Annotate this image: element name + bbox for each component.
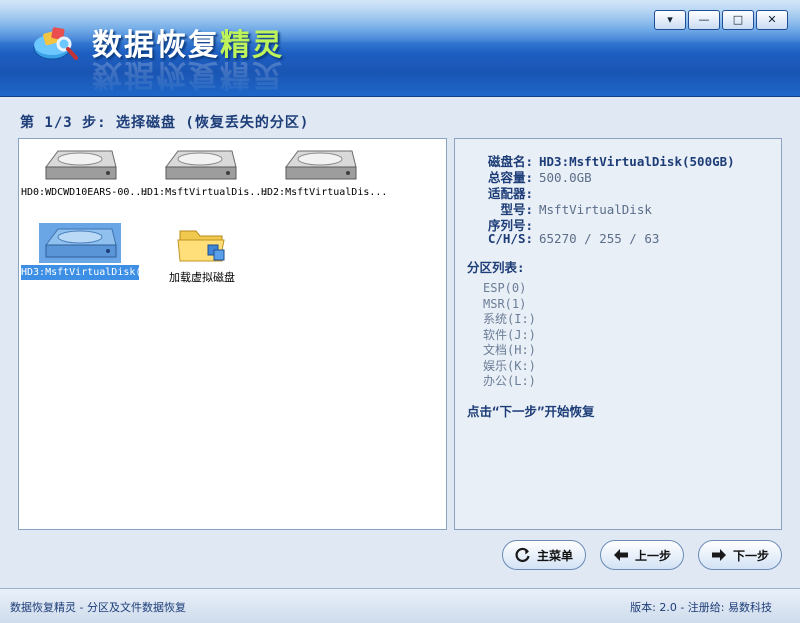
info-value: 500.0GB [539, 170, 592, 185]
main-content: 第 1/3 步: 选择磁盘 (恢复丢失的分区) HD0:WDCWD10EARS-… [8, 104, 792, 580]
next-step-label: 下一步 [732, 548, 769, 563]
partition-item: ESP(0) [483, 281, 527, 295]
load-virtual-disk-item[interactable]: 加载虚拟磁盘 [143, 223, 261, 285]
disk-info-panel: 磁盘名: HD3:MsftVirtualDisk(500GB) 总容量: 500.0… [454, 138, 782, 530]
disk-item-hd0[interactable]: HD0:WDCWD10EARS-00... [21, 145, 148, 198]
info-value: MsftVirtualDisk [539, 202, 652, 217]
disk-icon-wrap [39, 223, 121, 263]
partition-item: 办公(L:) [483, 374, 536, 388]
disk-icon-wrap [261, 145, 379, 185]
partition-item: 系统(I:) [483, 312, 536, 326]
next-step-hint: 点击“下一步”开始恢复 [467, 404, 595, 419]
maximize-button[interactable]: □ [722, 10, 754, 30]
load-virtual-disk-label: 加载虚拟磁盘 [169, 271, 235, 284]
partition-list-title: 分区列表: [467, 260, 525, 275]
folder-icon-wrap [143, 223, 261, 267]
hard-disk-icon [285, 150, 357, 180]
partition-item: 娱乐(K:) [483, 358, 536, 373]
main-menu-label: 主菜单 [536, 548, 573, 563]
disk-item-hd3[interactable]: HD3:MsftVirtualDisk(500GB) [21, 223, 178, 280]
info-value: 65270 / 255 / 63 [539, 231, 660, 246]
arrow-left-icon [613, 549, 628, 561]
info-chs: C/H/S: 65270 / 255 / 63 [467, 231, 660, 246]
app-logo-icon [33, 27, 78, 60]
prev-step-button[interactable]: 上一步 [600, 540, 684, 570]
disk-label: HD2:MsftVirtualDis... [261, 187, 388, 198]
next-step-button[interactable]: 下一步 [698, 540, 782, 570]
partition-list: ESP(0) MSR(1) 系统(I:) 软件(J:) 文档(H:) 娱乐(K:… [483, 281, 536, 390]
hard-disk-icon [165, 150, 237, 180]
status-right-text: 版本: 2.0 - 注册给: 易数科技 [630, 601, 772, 614]
disk-label: HD0:WDCWD10EARS-00... [21, 187, 148, 198]
disk-item-hd1[interactable]: HD1:MsftVirtualDis... [141, 145, 268, 198]
info-key: C/H/S: [487, 231, 533, 246]
app-window: 数据恢复精灵 数据恢复精灵 ▾ — □ ✕ 第 1/3 步: 选择磁盘 (恢复丢… [0, 0, 800, 623]
partition-item: MSR(1) [483, 296, 527, 311]
partition-item: 文档(H:) [483, 343, 536, 357]
partition-item: 软件(J:) [483, 327, 536, 342]
window-controls: ▾ — □ ✕ [654, 10, 788, 30]
disk-item-hd2[interactable]: HD2:MsftVirtualDis... [261, 145, 388, 198]
refresh-icon [515, 547, 530, 563]
disk-label: HD3:MsftVirtualDisk(500GB) [21, 265, 178, 280]
disk-icon-wrap [21, 145, 139, 185]
folder-icon [177, 230, 225, 262]
status-left-text: 数据恢复精灵 - 分区及文件数据恢复 [10, 601, 186, 614]
disk-list-panel[interactable]: HD0:WDCWD10EARS-00... HD1:MsftVirtualDis… [18, 138, 447, 530]
close-button[interactable]: ✕ [756, 10, 788, 30]
minimize-button[interactable]: — [688, 10, 720, 30]
hard-disk-icon [45, 150, 117, 180]
title-banner[interactable]: 数据恢复精灵 数据恢复精灵 ▾ — □ ✕ [0, 0, 800, 97]
arrow-right-icon [711, 549, 726, 561]
disk-icon-wrap [141, 145, 259, 185]
step-title: 第 1/3 步: 选择磁盘 (恢复丢失的分区) [20, 115, 310, 131]
main-menu-button[interactable]: 主菜单 [502, 540, 586, 570]
hard-disk-icon [45, 228, 117, 258]
disk-label: HD1:MsftVirtualDis... [141, 187, 268, 198]
app-title-reflection: 数据恢复精灵 [92, 57, 284, 92]
status-bar: 数据恢复精灵 - 分区及文件数据恢复 版本: 2.0 - 注册给: 易数科技 [0, 588, 800, 623]
dropdown-button[interactable]: ▾ [654, 10, 686, 30]
prev-step-label: 上一步 [634, 548, 671, 563]
